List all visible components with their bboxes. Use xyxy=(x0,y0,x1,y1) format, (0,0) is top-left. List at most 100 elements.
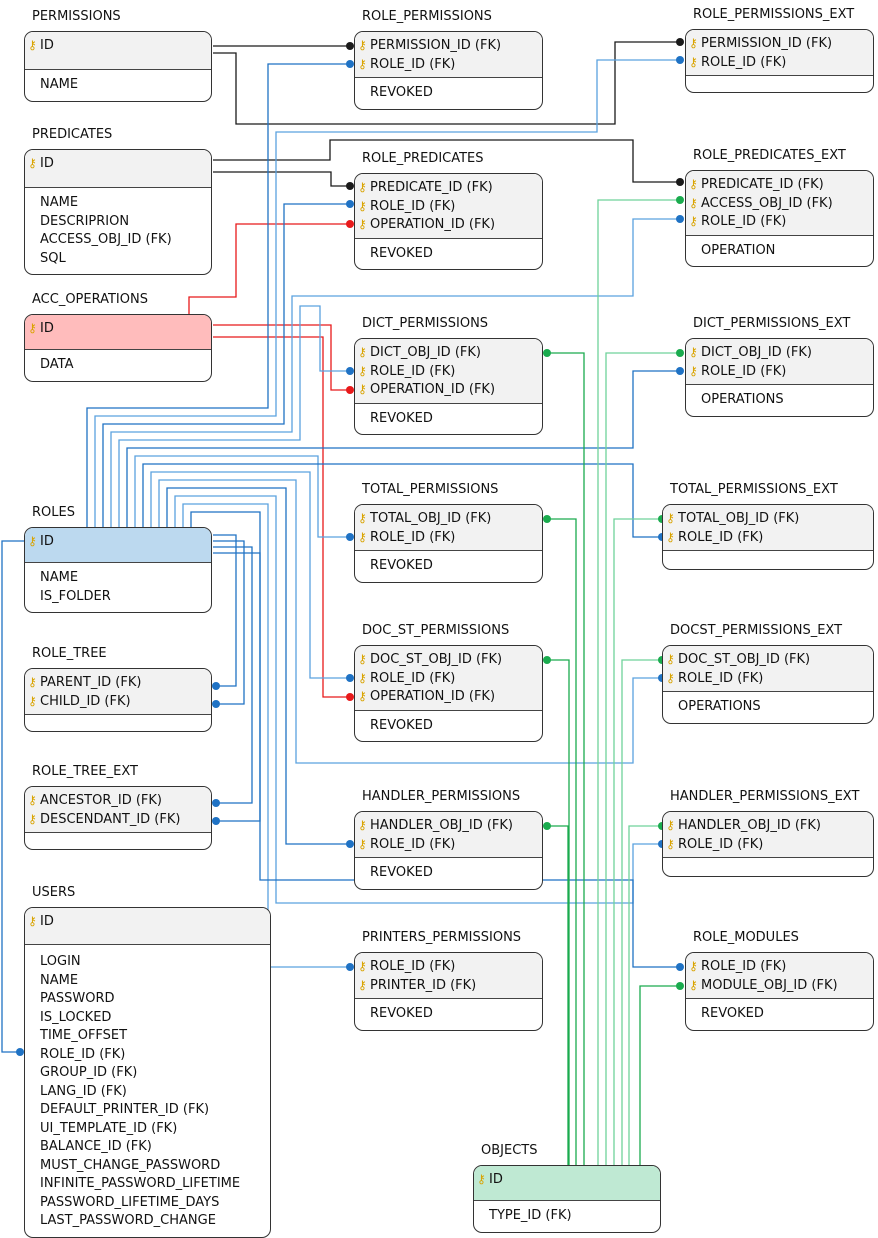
attr-field: REVOKED xyxy=(370,245,433,261)
relationship-endpoint xyxy=(346,386,354,394)
entity-role-predicates[interactable]: ROLE_PREDICATES ⚷ PREDICATE_ID (FK) ⚷ ROLE… xyxy=(354,151,543,270)
key-icon: ⚷ xyxy=(689,195,698,210)
key-icon: ⚷ xyxy=(358,652,367,666)
entity-permissions[interactable]: PERMISSIONS ⚷ ID NAME xyxy=(24,9,212,102)
relationship-endpoint xyxy=(676,38,684,46)
attr-field: DATA xyxy=(40,357,74,372)
key-field: ⚷ ROLE_ID (FK) xyxy=(358,529,456,545)
entity-title: TOTAL_PERMISSIONS_EXT xyxy=(670,482,838,497)
key-icon: ⚷ xyxy=(28,675,37,689)
relationship-endpoint xyxy=(346,693,354,701)
attr-field: PASSWORD xyxy=(40,991,115,1006)
key-icon: ⚷ xyxy=(358,345,367,359)
attr-field: OPERATIONS xyxy=(701,392,784,407)
entity-title: DOC_ST_PERMISSIONS xyxy=(362,623,510,638)
relationship-endpoint xyxy=(346,367,354,375)
entity-role-permissions-ext[interactable]: ROLE_PERMISSIONS_EXT ⚷ PERMISSION_ID (FK)… xyxy=(685,7,874,93)
entity-title: PERMISSIONS xyxy=(32,9,121,24)
key-field: ⚷ ROLE_ID (FK) xyxy=(358,56,456,72)
key-icon: ⚷ xyxy=(689,959,698,973)
relationship-endpoint xyxy=(676,367,684,375)
relationship-line xyxy=(213,171,350,187)
relationship-endpoint xyxy=(676,982,684,990)
key-field: ⚷ ID xyxy=(28,156,54,171)
key-field: ⚷ ROLE_ID (FK) xyxy=(358,670,456,686)
entity-docst-permissions-ext[interactable]: DOCST_PERMISSIONS_EXT ⚷ DOC_ST_OBJ_ID (FK… xyxy=(662,623,874,724)
key-icon: ⚷ xyxy=(358,959,367,973)
key-icon: ⚷ xyxy=(666,836,675,851)
key-field: ⚷ DESCENDANT_ID (FK) xyxy=(28,811,181,827)
relationship-line xyxy=(547,518,577,1165)
key-field: ⚷ ROLE_ID (FK) xyxy=(358,363,456,379)
attr-field: BALANCE_ID (FK) xyxy=(40,1139,152,1154)
entity-objects[interactable]: OBJECTS ⚷ ID TYPE_ID (FK) xyxy=(473,1143,661,1233)
entity-title: PREDICATES xyxy=(32,127,113,142)
relationship-line xyxy=(188,223,350,314)
attr-field: UI_TEMPLATE_ID (FK) xyxy=(40,1120,178,1136)
entity-title: ROLE_PERMISSIONS_EXT xyxy=(693,7,855,22)
entity-total-permissions[interactable]: TOTAL_PERMISSIONS ⚷ TOTAL_OBJ_ID (FK) ⚷ RO… xyxy=(354,482,543,583)
relationship-endpoint xyxy=(543,656,551,664)
entity-title: DICT_PERMISSIONS xyxy=(362,316,489,331)
entity-title: DICT_PERMISSIONS_EXT xyxy=(693,316,851,331)
key-field: ⚷ ACCESS_OBJ_ID (FK) xyxy=(689,195,833,211)
attr-field: DEFAULT_PRINTER_ID (FK) xyxy=(40,1102,210,1117)
entity-role-tree[interactable]: ROLE_TREE ⚷ PARENT_ID (FK) ⚷ CHILD_ID (FK) xyxy=(24,646,212,732)
entity-dict-permissions-ext[interactable]: DICT_PERMISSIONS_EXT ⚷ DICT_OBJ_ID (FK) ⚷… xyxy=(685,316,874,417)
key-icon: ⚷ xyxy=(358,38,367,52)
relationship-line xyxy=(213,336,350,698)
attr-field: REVOKED xyxy=(370,1006,433,1021)
key-field: ⚷ ROLE_ID (FK) xyxy=(358,198,456,214)
key-icon: ⚷ xyxy=(358,689,367,703)
key-icon: ⚷ xyxy=(358,198,367,213)
key-icon: ⚷ xyxy=(666,511,675,525)
key-field: ⚷ HANDLER_OBJ_ID (FK) xyxy=(666,818,821,833)
key-field: ⚷ DICT_OBJ_ID (FK) xyxy=(689,345,812,360)
key-field: ⚷ MODULE_OBJ_ID (FK) xyxy=(689,977,838,993)
key-icon: ⚷ xyxy=(28,156,37,170)
entity-predicates[interactable]: PREDICATES ⚷ ID NAME DESCRIPRION ACCESS_O… xyxy=(24,127,212,275)
attr-field: PASSWORD_LIFETIME_DAYS xyxy=(40,1194,220,1210)
entity-roles[interactable]: ROLES ⚷ ID NAME IS_FOLDER xyxy=(24,505,212,613)
key-field: ⚷ OPERATION_ID (FK) xyxy=(358,689,496,704)
entity-acc-operations[interactable]: ACC_OPERATIONS ⚷ ID DATA xyxy=(24,292,212,382)
entity-title: ROLE_TREE xyxy=(32,646,107,661)
entity-printers-permissions[interactable]: PRINTERS_PERMISSIONS ⚷ ROLE_ID (FK) ⚷ PRIN… xyxy=(354,930,543,1031)
key-field: ⚷ TOTAL_OBJ_ID (FK) xyxy=(358,511,492,526)
key-field: ⚷ PREDICATE_ID (FK) xyxy=(689,177,824,192)
relationship-endpoint xyxy=(676,56,684,64)
relationship-line xyxy=(621,659,662,1165)
relationship-endpoint xyxy=(543,822,551,830)
entity-handler-permissions-ext[interactable]: HANDLER_PERMISSIONS_EXT ⚷ HANDLER_OBJ_ID … xyxy=(662,789,874,877)
attr-field: ROLE_ID (FK) xyxy=(40,1046,126,1062)
key-icon: ⚷ xyxy=(28,38,37,52)
relationship-endpoint xyxy=(346,840,354,848)
entity-title: ROLE_PREDICATES xyxy=(362,151,484,166)
key-field: ⚷ ROLE_ID (FK) xyxy=(358,959,456,974)
relationship-line xyxy=(547,659,570,1165)
key-icon: ⚷ xyxy=(28,811,37,826)
entity-role-predicates-ext[interactable]: ROLE_PREDICATES_EXT ⚷ PREDICATE_ID (FK) ⚷… xyxy=(685,148,874,267)
relationship-endpoint xyxy=(212,799,220,807)
attr-field: MUST_CHANGE_PASSWORD xyxy=(40,1157,221,1173)
relationship-endpoint xyxy=(212,700,220,708)
entity-role-permissions[interactable]: ROLE_PERMISSIONS ⚷ PERMISSION_ID (FK) ⚷ RO… xyxy=(354,9,543,110)
key-icon: ⚷ xyxy=(689,214,698,228)
entity-dict-permissions[interactable]: DICT_PERMISSIONS ⚷ DICT_OBJ_ID (FK) ⚷ ROLE… xyxy=(354,316,543,435)
entity-role-modules[interactable]: ROLE_MODULES ⚷ ROLE_ID (FK) ⚷ MODULE_OBJ_I… xyxy=(685,930,874,1031)
attr-field: IS_LOCKED xyxy=(40,1009,112,1025)
key-icon: ⚷ xyxy=(358,217,367,231)
attr-field: GROUP_ID (FK) xyxy=(40,1065,138,1080)
relationship-endpoint xyxy=(346,963,354,971)
entity-handler-permissions[interactable]: HANDLER_PERMISSIONS ⚷ HANDLER_OBJ_ID (FK)… xyxy=(354,789,543,890)
key-field: ⚷ ANCESTOR_ID (FK) xyxy=(28,793,162,808)
entity-users[interactable]: USERS ⚷ ID LOGIN NAME PASSWORD IS_LOCKED … xyxy=(24,885,271,1238)
entity-total-permissions-ext[interactable]: TOTAL_PERMISSIONS_EXT ⚷ TOTAL_OBJ_ID (FK)… xyxy=(662,482,874,570)
entity-role-tree-ext[interactable]: ROLE_TREE_EXT ⚷ ANCESTOR_ID (FK) ⚷ DESCEND… xyxy=(24,764,212,850)
relationship-line xyxy=(613,518,662,1165)
key-icon: ⚷ xyxy=(28,534,37,548)
relationship-line xyxy=(547,352,585,1165)
key-icon: ⚷ xyxy=(358,977,367,992)
entity-doc-st-permissions[interactable]: DOC_ST_PERMISSIONS ⚷ DOC_ST_OBJ_ID (FK) ⚷… xyxy=(354,623,543,742)
key-icon: ⚷ xyxy=(358,670,367,685)
